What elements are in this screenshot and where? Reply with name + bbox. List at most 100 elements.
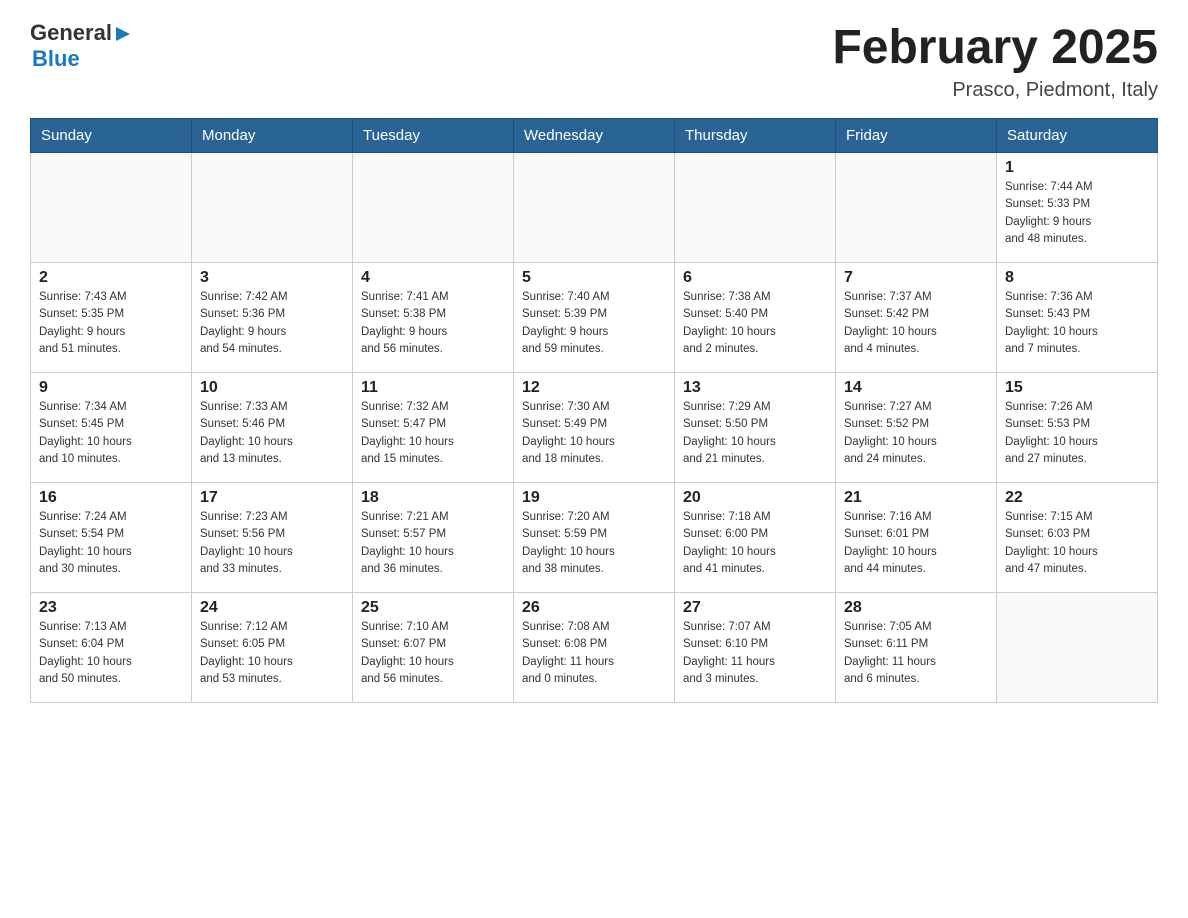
day-number: 1 <box>1005 159 1149 177</box>
day-info: Sunrise: 7:38 AM Sunset: 5:40 PM Dayligh… <box>683 289 827 358</box>
calendar-cell <box>997 593 1158 703</box>
logo-arrow-icon <box>114 25 132 43</box>
day-number: 27 <box>683 599 827 617</box>
day-number: 14 <box>844 379 988 397</box>
calendar-cell: 15 Sunrise: 7:26 AM Sunset: 5:53 PM Dayli… <box>997 373 1158 483</box>
day-info: Sunrise: 7:34 AM Sunset: 5:45 PM Dayligh… <box>39 399 183 468</box>
calendar-cell: 2 Sunrise: 7:43 AM Sunset: 5:35 PM Daylig… <box>31 263 192 373</box>
calendar-cell <box>514 153 675 263</box>
weekday-header-saturday: Saturday <box>997 119 1158 153</box>
day-number: 21 <box>844 489 988 507</box>
day-number: 20 <box>683 489 827 507</box>
logo-blue-text: Blue <box>32 46 132 72</box>
calendar-cell: 17Sunrise: 7:23 AM Sunset: 5:56 PM Dayli… <box>192 483 353 593</box>
day-number: 17 <box>200 489 344 507</box>
calendar-cell <box>31 153 192 263</box>
day-info: Sunrise: 7:44 AM Sunset: 5:33 PM Dayligh… <box>1005 179 1149 248</box>
calendar-table: SundayMondayTuesdayWednesdayThursdayFrid… <box>30 118 1158 703</box>
calendar-cell <box>192 153 353 263</box>
weekday-header-monday: Monday <box>192 119 353 153</box>
day-info: Sunrise: 7:20 AM Sunset: 5:59 PM Dayligh… <box>522 509 666 578</box>
calendar-cell: 4 Sunrise: 7:41 AM Sunset: 5:38 PM Daylig… <box>353 263 514 373</box>
day-info: Sunrise: 7:18 AM Sunset: 6:00 PM Dayligh… <box>683 509 827 578</box>
logo-general-text: General <box>30 20 112 46</box>
calendar-cell: 28Sunrise: 7:05 AM Sunset: 6:11 PM Dayli… <box>836 593 997 703</box>
calendar-cell: 20 Sunrise: 7:18 AM Sunset: 6:00 PM Dayli… <box>675 483 836 593</box>
calendar-header-row: SundayMondayTuesdayWednesdayThursdayFrid… <box>31 119 1158 153</box>
weekday-header-friday: Friday <box>836 119 997 153</box>
day-number: 4 <box>361 269 505 287</box>
day-info: Sunrise: 7:15 AM Sunset: 6:03 PM Dayligh… <box>1005 509 1149 578</box>
calendar-cell: 14 Sunrise: 7:27 AM Sunset: 5:52 PM Dayli… <box>836 373 997 483</box>
day-number: 19 <box>522 489 666 507</box>
day-info: Sunrise: 7:27 AM Sunset: 5:52 PM Dayligh… <box>844 399 988 468</box>
calendar-week-row: 9 Sunrise: 7:34 AM Sunset: 5:45 PM Daylig… <box>31 373 1158 483</box>
calendar-cell: 8 Sunrise: 7:36 AM Sunset: 5:43 PM Daylig… <box>997 263 1158 373</box>
day-info: Sunrise: 7:26 AM Sunset: 5:53 PM Dayligh… <box>1005 399 1149 468</box>
weekday-header-sunday: Sunday <box>31 119 192 153</box>
day-info: Sunrise: 7:40 AM Sunset: 5:39 PM Dayligh… <box>522 289 666 358</box>
day-number: 16 <box>39 489 183 507</box>
day-number: 10 <box>200 379 344 397</box>
calendar-cell <box>836 153 997 263</box>
day-info: Sunrise: 7:13 AM Sunset: 6:04 PM Dayligh… <box>39 619 183 688</box>
day-info: Sunrise: 7:41 AM Sunset: 5:38 PM Dayligh… <box>361 289 505 358</box>
weekday-header-thursday: Thursday <box>675 119 836 153</box>
day-info: Sunrise: 7:10 AM Sunset: 6:07 PM Dayligh… <box>361 619 505 688</box>
day-info: Sunrise: 7:36 AM Sunset: 5:43 PM Dayligh… <box>1005 289 1149 358</box>
calendar-week-row: 16 Sunrise: 7:24 AM Sunset: 5:54 PM Dayli… <box>31 483 1158 593</box>
calendar-week-row: 1 Sunrise: 7:44 AM Sunset: 5:33 PM Daylig… <box>31 153 1158 263</box>
day-info: Sunrise: 7:12 AM Sunset: 6:05 PM Dayligh… <box>200 619 344 688</box>
calendar-cell: 27 Sunrise: 7:07 AM Sunset: 6:10 PM Dayli… <box>675 593 836 703</box>
calendar-cell: 3 Sunrise: 7:42 AM Sunset: 5:36 PM Daylig… <box>192 263 353 373</box>
calendar-cell: 24Sunrise: 7:12 AM Sunset: 6:05 PM Dayli… <box>192 593 353 703</box>
calendar-cell: 16 Sunrise: 7:24 AM Sunset: 5:54 PM Dayli… <box>31 483 192 593</box>
calendar-cell: 13 Sunrise: 7:29 AM Sunset: 5:50 PM Dayli… <box>675 373 836 483</box>
title-block: February 2025 Prasco, Piedmont, Italy <box>832 20 1158 102</box>
day-number: 15 <box>1005 379 1149 397</box>
calendar-cell: 18Sunrise: 7:21 AM Sunset: 5:57 PM Dayli… <box>353 483 514 593</box>
day-number: 23 <box>39 599 183 617</box>
day-info: Sunrise: 7:07 AM Sunset: 6:10 PM Dayligh… <box>683 619 827 688</box>
day-info: Sunrise: 7:16 AM Sunset: 6:01 PM Dayligh… <box>844 509 988 578</box>
calendar-cell: 21 Sunrise: 7:16 AM Sunset: 6:01 PM Dayli… <box>836 483 997 593</box>
day-number: 26 <box>522 599 666 617</box>
calendar-cell: 9 Sunrise: 7:34 AM Sunset: 5:45 PM Daylig… <box>31 373 192 483</box>
day-number: 6 <box>683 269 827 287</box>
day-info: Sunrise: 7:29 AM Sunset: 5:50 PM Dayligh… <box>683 399 827 468</box>
calendar-cell: 1 Sunrise: 7:44 AM Sunset: 5:33 PM Daylig… <box>997 153 1158 263</box>
day-number: 3 <box>200 269 344 287</box>
calendar-cell: 26 Sunrise: 7:08 AM Sunset: 6:08 PM Dayli… <box>514 593 675 703</box>
logo: General Blue <box>30 20 132 72</box>
weekday-header-tuesday: Tuesday <box>353 119 514 153</box>
day-number: 13 <box>683 379 827 397</box>
day-number: 2 <box>39 269 183 287</box>
calendar-week-row: 2 Sunrise: 7:43 AM Sunset: 5:35 PM Daylig… <box>31 263 1158 373</box>
page-subtitle: Prasco, Piedmont, Italy <box>832 79 1158 102</box>
day-number: 5 <box>522 269 666 287</box>
calendar-cell: 19 Sunrise: 7:20 AM Sunset: 5:59 PM Dayli… <box>514 483 675 593</box>
day-number: 8 <box>1005 269 1149 287</box>
calendar-week-row: 23 Sunrise: 7:13 AM Sunset: 6:04 PM Dayli… <box>31 593 1158 703</box>
calendar-cell <box>675 153 836 263</box>
day-info: Sunrise: 7:21 AM Sunset: 5:57 PM Dayligh… <box>361 509 505 578</box>
day-info: Sunrise: 7:24 AM Sunset: 5:54 PM Dayligh… <box>39 509 183 578</box>
day-number: 11 <box>361 379 505 397</box>
day-info: Sunrise: 7:08 AM Sunset: 6:08 PM Dayligh… <box>522 619 666 688</box>
weekday-header-wednesday: Wednesday <box>514 119 675 153</box>
day-info: Sunrise: 7:33 AM Sunset: 5:46 PM Dayligh… <box>200 399 344 468</box>
calendar-cell <box>353 153 514 263</box>
day-number: 7 <box>844 269 988 287</box>
calendar-cell: 10 Sunrise: 7:33 AM Sunset: 5:46 PM Dayli… <box>192 373 353 483</box>
calendar-cell: 23 Sunrise: 7:13 AM Sunset: 6:04 PM Dayli… <box>31 593 192 703</box>
day-number: 28 <box>844 599 988 617</box>
calendar-cell: 11Sunrise: 7:32 AM Sunset: 5:47 PM Dayli… <box>353 373 514 483</box>
calendar-cell: 25 Sunrise: 7:10 AM Sunset: 6:07 PM Dayli… <box>353 593 514 703</box>
day-number: 25 <box>361 599 505 617</box>
page-title: February 2025 <box>832 20 1158 75</box>
day-info: Sunrise: 7:43 AM Sunset: 5:35 PM Dayligh… <box>39 289 183 358</box>
calendar-cell: 6 Sunrise: 7:38 AM Sunset: 5:40 PM Daylig… <box>675 263 836 373</box>
day-info: Sunrise: 7:42 AM Sunset: 5:36 PM Dayligh… <box>200 289 344 358</box>
day-number: 9 <box>39 379 183 397</box>
calendar-cell: 7Sunrise: 7:37 AM Sunset: 5:42 PM Daylig… <box>836 263 997 373</box>
